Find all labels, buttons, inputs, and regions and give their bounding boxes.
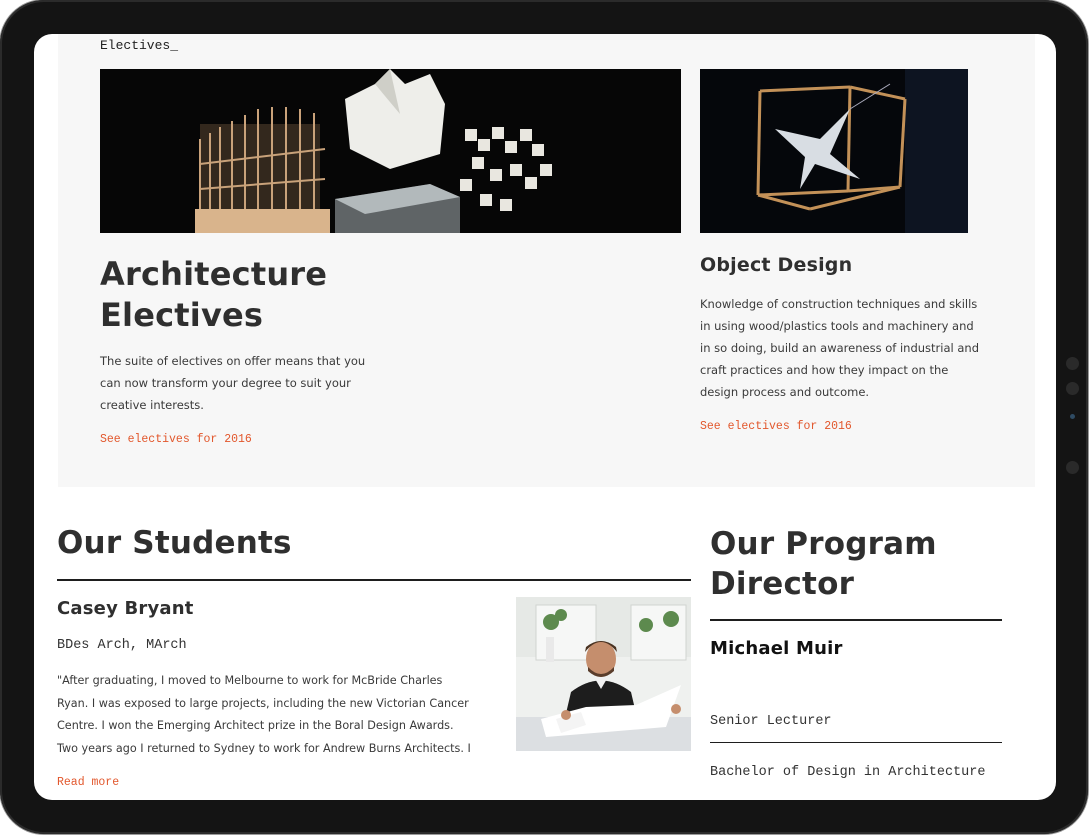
role-line: Bachelor of Design in Architecture	[710, 765, 986, 780]
architecture-electives-title: Architecture Electives	[100, 254, 327, 336]
title-line: Architecture	[100, 255, 328, 293]
side-button	[1066, 461, 1079, 474]
description-line: can now transform your degree to suit yo…	[100, 376, 351, 390]
quote-line: "After graduating, I moved to Melbourne …	[57, 674, 443, 687]
side-button	[1066, 357, 1079, 370]
description-line: in using wood/plastics tools and machine…	[700, 319, 974, 333]
quote-line: Centre. I won the Emerging Architect pri…	[57, 719, 454, 733]
heading-line: Director	[710, 566, 855, 602]
object-design-image	[700, 69, 968, 233]
section-label: Electives_	[100, 38, 179, 53]
student-degree: BDes Arch, MArch	[57, 638, 187, 653]
description-line: Knowledge of construction techniques and…	[700, 297, 978, 311]
student-name: Casey Bryant	[57, 598, 194, 619]
student-quote: "After graduating, I moved to Melbourne …	[57, 670, 507, 761]
students-divider	[57, 579, 691, 581]
our-students-heading: Our Students	[57, 525, 292, 561]
description-line: creative interests.	[100, 398, 204, 412]
read-more-link[interactable]: Read more	[57, 776, 119, 789]
description-line: craft practices and how they impact on t…	[700, 363, 949, 377]
student-photo	[516, 597, 691, 751]
description-line: The suite of electives on offer means th…	[100, 354, 366, 368]
director-divider	[710, 619, 1002, 621]
role-line: Senior Lecturer	[710, 714, 832, 729]
quote-line: Two years ago I returned to Sydney to wo…	[57, 742, 471, 756]
quote-line: Ryan. I was exposed to large projects, i…	[57, 696, 469, 710]
screen: Electives_ Architecture Electives The su…	[34, 34, 1056, 800]
object-design-description: Knowledge of construction techniques and…	[700, 293, 1000, 403]
electives-panel: Electives_ Architecture Electives The su…	[58, 34, 1035, 487]
camera-dot	[1070, 414, 1075, 419]
side-button	[1066, 382, 1079, 395]
description-line: design process and outcome.	[700, 385, 870, 399]
heading-line: Our Program	[710, 526, 937, 562]
director-role: Senior Lecturer Bachelor of Design in Ar…	[710, 679, 985, 800]
tablet-frame: Electives_ Architecture Electives The su…	[0, 0, 1088, 834]
title-line: Electives	[100, 296, 264, 334]
program-director-heading: Our Program Director	[710, 524, 937, 604]
see-object-design-electives-link[interactable]: See electives for 2016	[700, 420, 852, 433]
see-architecture-electives-link[interactable]: See electives for 2016	[100, 433, 252, 446]
object-design-title: Object Design	[700, 254, 853, 276]
description-line: in so doing, build an awareness of indus…	[700, 341, 979, 355]
director-name: Michael Muir	[710, 638, 843, 659]
architecture-models-image	[100, 69, 681, 233]
architecture-electives-description: The suite of electives on offer means th…	[100, 350, 400, 416]
director-bottom-divider	[710, 742, 1002, 743]
